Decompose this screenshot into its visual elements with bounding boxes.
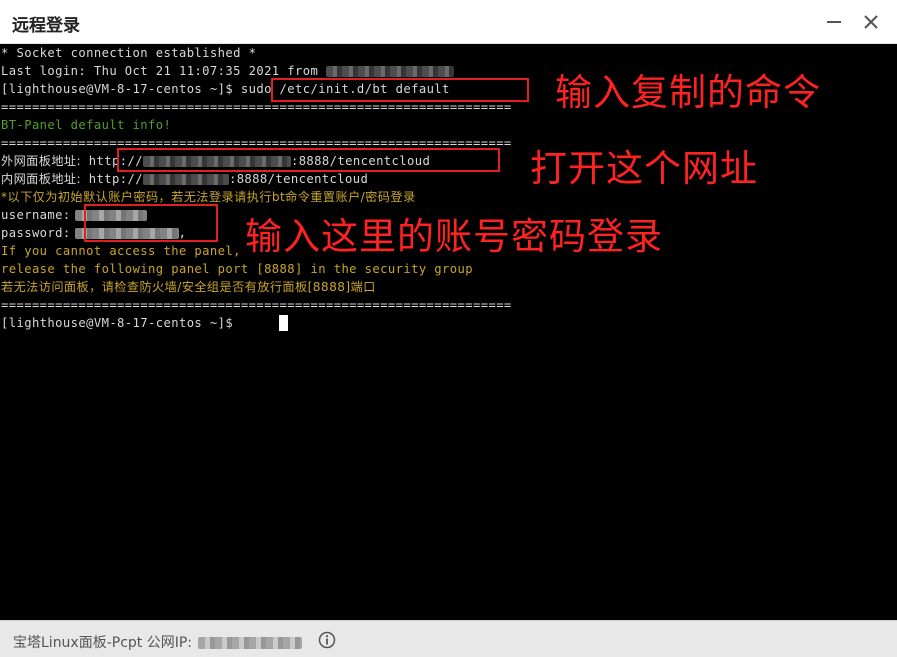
terminal-line-warn3: 若无法访问面板，请检查防火墙/安全组是否有放行面板[8888]端口 xyxy=(1,280,376,294)
terminal-line-warn2: release the following panel port [8888] … xyxy=(1,262,473,276)
terminal-line-bt-info: BT-Panel default info! xyxy=(1,118,172,132)
url-highlight-box xyxy=(117,148,500,172)
command-highlight-box xyxy=(271,78,529,102)
terminal-line-socket: * Socket connection established * xyxy=(1,46,257,60)
close-icon xyxy=(864,15,878,29)
outer-url-label: 外网面板地址: xyxy=(1,154,82,168)
inner-url-suffix: :8888/tencentcloud xyxy=(228,172,369,186)
window-title: 远程登录 xyxy=(12,16,80,36)
username-label: username: xyxy=(1,208,71,222)
info-icon[interactable] xyxy=(318,631,336,649)
minimize-button[interactable] xyxy=(820,8,848,36)
terminal-line-warn1: If you cannot access the panel, xyxy=(1,244,241,258)
annotation-copy-command: 输入复制的命令 xyxy=(555,71,821,114)
inner-url-label: 内网面板地址: xyxy=(1,172,82,186)
terminal-divider: ========================================… xyxy=(1,298,512,312)
terminal-screen[interactable]: * Socket connection established * Last l… xyxy=(0,44,897,620)
password-label: password: xyxy=(1,226,71,240)
terminal-line-inner-url: 内网面板地址: http:// :8888/tencentcloud xyxy=(1,170,368,188)
shell-prompt: [lighthouse@VM-8-17-centos ~]$ xyxy=(1,82,241,96)
credentials-highlight-box xyxy=(84,204,218,242)
window-titlebar: 远程登录 xyxy=(0,0,897,44)
minus-icon xyxy=(827,21,841,23)
status-label: 宝塔Linux面板-Pcpt 公网IP: xyxy=(13,635,193,651)
terminal-line-prompt: [lighthouse@VM-8-17-centos ~]$ xyxy=(1,316,241,330)
redacted-ip xyxy=(142,174,229,185)
last-login-text: Last login: Thu Oct 21 11:07:35 2021 fro… xyxy=(1,64,326,78)
redacted-ip xyxy=(325,66,454,77)
annotation-login-credentials: 输入这里的账号密码登录 xyxy=(245,215,663,258)
inner-url-prefix: http:// xyxy=(88,172,143,186)
status-bar: 宝塔Linux面板-Pcpt 公网IP: xyxy=(0,620,897,657)
close-button[interactable] xyxy=(857,8,885,36)
redacted-public-ip xyxy=(198,637,303,649)
terminal-cursor xyxy=(279,315,288,331)
annotation-open-url: 打开这个网址 xyxy=(530,147,758,190)
status-text: 宝塔Linux面板-Pcpt 公网IP: xyxy=(13,632,303,652)
